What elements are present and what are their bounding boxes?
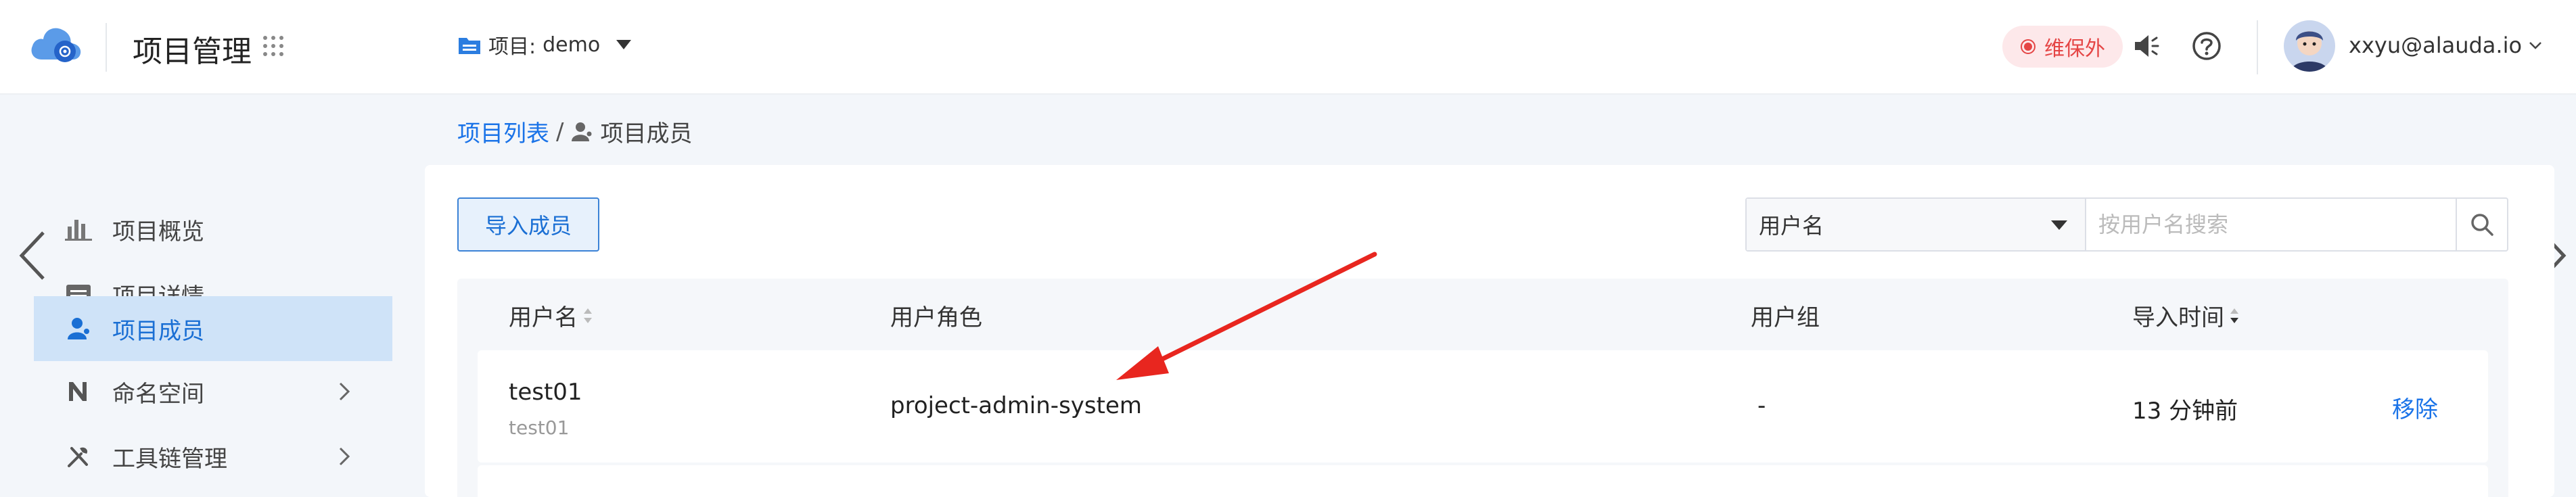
search-field-value: 用户名 — [1759, 213, 1824, 239]
tools-icon — [68, 447, 88, 467]
column-header-label: 用户名 — [509, 304, 578, 331]
app-title: 项目管理 — [133, 34, 252, 69]
user-email: xxyu@alauda.io — [2349, 32, 2523, 58]
search-button[interactable] — [2456, 199, 2507, 250]
sidebar-item-members[interactable]: 项目成员 — [34, 296, 392, 361]
user-icon — [68, 318, 89, 339]
project-selector[interactable]: 项目: demo — [457, 30, 632, 60]
column-header-label: 导入时间 — [2132, 304, 2224, 331]
previous-arrow-icon[interactable] — [18, 230, 47, 281]
maintenance-badge-label: 维保外 — [2044, 37, 2105, 61]
breadcrumb-current: 项目成员 — [600, 120, 693, 147]
speaker-icon[interactable] — [2132, 32, 2159, 60]
search-input[interactable] — [2086, 199, 2456, 250]
table-row: test01 test01 project-admin-system - 13 … — [478, 350, 2488, 463]
column-header-username[interactable]: 用户名 — [509, 299, 594, 332]
column-header-label: 用户组 — [1751, 304, 1820, 331]
search-group: 用户名 — [1745, 197, 2508, 252]
table-body: test01 test01 project-admin-system - 13 … — [457, 346, 2508, 497]
sort-icon — [584, 308, 592, 323]
breadcrumb-separator: / — [556, 118, 564, 145]
caret-down-icon — [616, 40, 632, 49]
import-members-button[interactable]: 导入成员 — [457, 197, 599, 252]
avatar[interactable] — [2284, 20, 2335, 72]
breadcrumb-project-list-link[interactable]: 项目列表 — [457, 115, 549, 148]
chevron-down-icon — [2529, 42, 2542, 49]
header-divider — [106, 23, 107, 72]
username-cell: test01 — [509, 379, 582, 406]
sidebar: 项目概览 项目详情 项目成员 命名空间 工具链管理 — [0, 95, 406, 497]
header-divider — [2257, 20, 2258, 74]
column-header-role: 用户角色 — [890, 299, 982, 332]
breadcrumb: 项目列表 / 项目成员 — [457, 115, 692, 148]
top-header: 项目管理 项目: demo 维保外 xxyu@alauda.io — [0, 0, 2576, 95]
bar-chart-icon — [65, 220, 92, 241]
sidebar-item-label: 项目概览 — [112, 218, 204, 245]
help-icon[interactable] — [2192, 31, 2222, 61]
caret-down-icon — [2051, 220, 2067, 230]
column-header-label: 用户角色 — [890, 304, 982, 331]
remove-member-button[interactable]: 移除 — [2392, 391, 2438, 424]
table-header: 用户名 用户角色 用户组 导入时间 — [457, 279, 2508, 346]
role-cell: project-admin-system — [890, 392, 1142, 419]
import-time-cell: 13 分钟前 — [2132, 398, 2238, 425]
maintenance-badge: 维保外 — [2002, 26, 2123, 68]
chevron-right-icon — [339, 447, 350, 466]
sidebar-item-namespaces[interactable]: 命名空间 — [34, 360, 392, 423]
status-dot-icon — [2021, 39, 2036, 54]
table-row — [478, 465, 2488, 497]
project-label: 项目: — [488, 35, 536, 59]
group-cell: - — [1757, 392, 1766, 419]
display-name-cell: test01 — [509, 417, 570, 439]
app-grid-icon[interactable] — [261, 34, 285, 58]
project-folder-icon — [459, 38, 480, 54]
search-icon — [2471, 214, 2493, 236]
project-name: demo — [543, 32, 601, 57]
column-header-import-time[interactable]: 导入时间 — [2132, 299, 2240, 332]
sidebar-item-toolchain[interactable]: 工具链管理 — [34, 425, 392, 488]
sidebar-item-label: 项目成员 — [112, 317, 204, 345]
sidebar-item-label: 工具链管理 — [112, 445, 227, 473]
sort-icon — [2230, 308, 2238, 323]
namespace-n-icon — [69, 382, 87, 401]
cloud-logo-icon[interactable] — [27, 20, 84, 68]
user-icon — [572, 122, 592, 141]
search-field-select[interactable]: 用户名 — [1747, 199, 2086, 250]
chevron-right-icon — [339, 382, 350, 401]
column-header-group: 用户组 — [1751, 299, 1820, 332]
sidebar-item-label: 命名空间 — [112, 380, 204, 408]
user-menu[interactable]: xxyu@alauda.io — [2349, 32, 2542, 58]
sidebar-item-overview[interactable]: 项目概览 — [34, 197, 392, 261]
